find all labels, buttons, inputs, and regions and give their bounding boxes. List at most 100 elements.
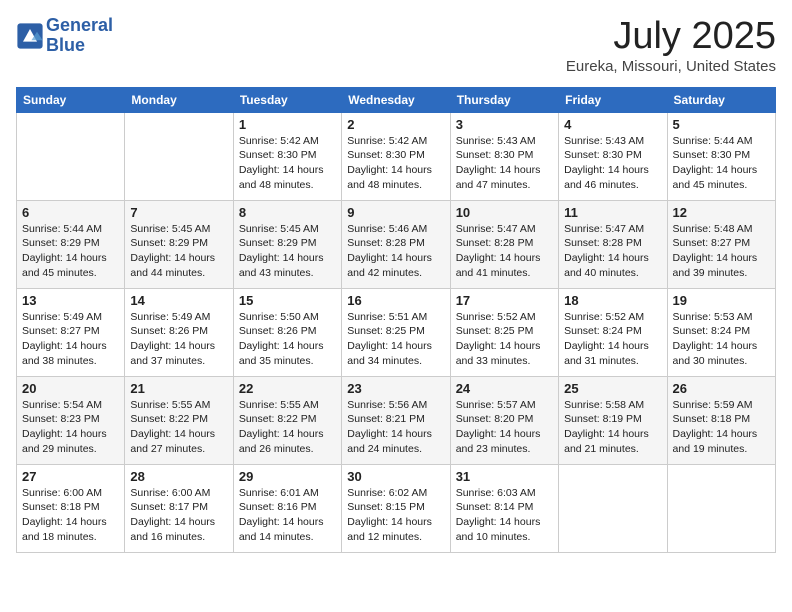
- day-info: Sunrise: 5:47 AM Sunset: 8:28 PM Dayligh…: [564, 222, 661, 281]
- day-info: Sunrise: 5:43 AM Sunset: 8:30 PM Dayligh…: [564, 134, 661, 193]
- day-info: Sunrise: 5:52 AM Sunset: 8:25 PM Dayligh…: [456, 310, 553, 369]
- page-header: General Blue July 2025 Eureka, Missouri,…: [16, 16, 776, 75]
- calendar-cell: 13Sunrise: 5:49 AM Sunset: 8:27 PM Dayli…: [17, 288, 125, 376]
- day-number: 3: [456, 117, 553, 132]
- day-number: 22: [239, 381, 336, 396]
- day-number: 8: [239, 205, 336, 220]
- day-info: Sunrise: 5:56 AM Sunset: 8:21 PM Dayligh…: [347, 398, 444, 457]
- day-number: 26: [673, 381, 770, 396]
- calendar-cell: 31 Sunrise: 6:03 AM Sunset: 8:14 PM Dayli…: [450, 464, 558, 552]
- day-info: Sunrise: 6:03 AM Sunset: 8:14 PM Dayligh…: [456, 486, 553, 545]
- calendar-cell: 14 Sunrise: 5:49 AM Sunset: 8:26 PM Dayli…: [125, 288, 233, 376]
- calendar-cell: 18 Sunrise: 5:52 AM Sunset: 8:24 PM Dayli…: [559, 288, 667, 376]
- calendar-cell: 19 Sunrise: 5:53 AM Sunset: 8:24 PM Dayli…: [667, 288, 775, 376]
- day-number: 23: [347, 381, 444, 396]
- calendar-cell: 29 Sunrise: 6:01 AM Sunset: 8:16 PM Dayli…: [233, 464, 341, 552]
- calendar-cell: 28 Sunrise: 6:00 AM Sunset: 8:17 PM Dayli…: [125, 464, 233, 552]
- day-info: Sunrise: 5:50 AM Sunset: 8:26 PM Dayligh…: [239, 310, 336, 369]
- day-info: Sunrise: 5:58 AM Sunset: 8:19 PM Dayligh…: [564, 398, 661, 457]
- day-number: 29: [239, 469, 336, 484]
- day-info: Sunrise: 5:55 AM Sunset: 8:22 PM Dayligh…: [239, 398, 336, 457]
- day-info: Sunrise: 5:51 AM Sunset: 8:25 PM Dayligh…: [347, 310, 444, 369]
- calendar-cell: 8 Sunrise: 5:45 AM Sunset: 8:29 PM Daylig…: [233, 200, 341, 288]
- col-header-wednesday: Wednesday: [342, 87, 450, 112]
- calendar-cell: [667, 464, 775, 552]
- calendar-cell: 24 Sunrise: 5:57 AM Sunset: 8:20 PM Dayli…: [450, 376, 558, 464]
- calendar-cell: [125, 112, 233, 200]
- day-info: Sunrise: 5:42 AM Sunset: 8:30 PM Dayligh…: [347, 134, 444, 193]
- calendar-cell: 3 Sunrise: 5:43 AM Sunset: 8:30 PM Daylig…: [450, 112, 558, 200]
- calendar-cell: 4 Sunrise: 5:43 AM Sunset: 8:30 PM Daylig…: [559, 112, 667, 200]
- day-number: 14: [130, 293, 227, 308]
- day-number: 21: [130, 381, 227, 396]
- logo-icon: [16, 22, 44, 50]
- calendar-cell: 30Sunrise: 6:02 AM Sunset: 8:15 PM Dayli…: [342, 464, 450, 552]
- calendar-cell: 27 Sunrise: 6:00 AM Sunset: 8:18 PM Dayli…: [17, 464, 125, 552]
- day-number: 30: [347, 469, 444, 484]
- day-info: Sunrise: 5:52 AM Sunset: 8:24 PM Dayligh…: [564, 310, 661, 369]
- day-number: 1: [239, 117, 336, 132]
- calendar-cell: 15 Sunrise: 5:50 AM Sunset: 8:26 PM Dayli…: [233, 288, 341, 376]
- calendar-cell: 16 Sunrise: 5:51 AM Sunset: 8:25 PM Dayli…: [342, 288, 450, 376]
- day-number: 27: [22, 469, 119, 484]
- day-number: 5: [673, 117, 770, 132]
- calendar-cell: 25 Sunrise: 5:58 AM Sunset: 8:19 PM Dayli…: [559, 376, 667, 464]
- calendar-cell: 26 Sunrise: 5:59 AM Sunset: 8:18 PM Dayli…: [667, 376, 775, 464]
- day-number: 4: [564, 117, 661, 132]
- col-header-tuesday: Tuesday: [233, 87, 341, 112]
- location: Eureka, Missouri, United States: [566, 58, 776, 75]
- day-number: 12: [673, 205, 770, 220]
- day-number: 24: [456, 381, 553, 396]
- calendar-cell: 23 Sunrise: 5:56 AM Sunset: 8:21 PM Dayli…: [342, 376, 450, 464]
- day-number: 25: [564, 381, 661, 396]
- day-info: Sunrise: 5:49 AM Sunset: 8:27 PM Dayligh…: [22, 310, 119, 369]
- day-info: Sunrise: 5:46 AM Sunset: 8:28 PM Dayligh…: [347, 222, 444, 281]
- day-number: 7: [130, 205, 227, 220]
- day-info: Sunrise: 6:00 AM Sunset: 8:17 PM Dayligh…: [130, 486, 227, 545]
- day-info: Sunrise: 5:47 AM Sunset: 8:28 PM Dayligh…: [456, 222, 553, 281]
- day-number: 20: [22, 381, 119, 396]
- day-number: 2: [347, 117, 444, 132]
- day-number: 19: [673, 293, 770, 308]
- day-info: Sunrise: 5:45 AM Sunset: 8:29 PM Dayligh…: [239, 222, 336, 281]
- calendar-cell: 10 Sunrise: 5:47 AM Sunset: 8:28 PM Dayli…: [450, 200, 558, 288]
- day-info: Sunrise: 5:43 AM Sunset: 8:30 PM Dayligh…: [456, 134, 553, 193]
- calendar-cell: 21 Sunrise: 5:55 AM Sunset: 8:22 PM Dayli…: [125, 376, 233, 464]
- day-info: Sunrise: 5:55 AM Sunset: 8:22 PM Dayligh…: [130, 398, 227, 457]
- logo-text: General Blue: [46, 16, 113, 56]
- day-number: 6: [22, 205, 119, 220]
- calendar-cell: [17, 112, 125, 200]
- calendar-cell: 6 Sunrise: 5:44 AM Sunset: 8:29 PM Daylig…: [17, 200, 125, 288]
- logo: General Blue: [16, 16, 113, 56]
- calendar-cell: [559, 464, 667, 552]
- day-info: Sunrise: 6:01 AM Sunset: 8:16 PM Dayligh…: [239, 486, 336, 545]
- day-number: 10: [456, 205, 553, 220]
- day-number: 18: [564, 293, 661, 308]
- col-header-sunday: Sunday: [17, 87, 125, 112]
- calendar-cell: 12 Sunrise: 5:48 AM Sunset: 8:27 PM Dayli…: [667, 200, 775, 288]
- day-number: 16: [347, 293, 444, 308]
- col-header-thursday: Thursday: [450, 87, 558, 112]
- day-info: Sunrise: 5:57 AM Sunset: 8:20 PM Dayligh…: [456, 398, 553, 457]
- day-info: Sunrise: 6:00 AM Sunset: 8:18 PM Dayligh…: [22, 486, 119, 545]
- day-number: 28: [130, 469, 227, 484]
- month-title: July 2025: [566, 16, 776, 58]
- day-number: 15: [239, 293, 336, 308]
- col-header-friday: Friday: [559, 87, 667, 112]
- day-info: Sunrise: 5:44 AM Sunset: 8:30 PM Dayligh…: [673, 134, 770, 193]
- day-info: Sunrise: 5:53 AM Sunset: 8:24 PM Dayligh…: [673, 310, 770, 369]
- day-info: Sunrise: 5:49 AM Sunset: 8:26 PM Dayligh…: [130, 310, 227, 369]
- day-info: Sunrise: 5:54 AM Sunset: 8:23 PM Dayligh…: [22, 398, 119, 457]
- calendar-table: SundayMondayTuesdayWednesdayThursdayFrid…: [16, 87, 776, 553]
- day-info: Sunrise: 5:44 AM Sunset: 8:29 PM Dayligh…: [22, 222, 119, 281]
- day-info: Sunrise: 5:59 AM Sunset: 8:18 PM Dayligh…: [673, 398, 770, 457]
- calendar-cell: 9Sunrise: 5:46 AM Sunset: 8:28 PM Daylig…: [342, 200, 450, 288]
- title-block: July 2025 Eureka, Missouri, United State…: [566, 16, 776, 75]
- day-info: Sunrise: 5:48 AM Sunset: 8:27 PM Dayligh…: [673, 222, 770, 281]
- day-info: Sunrise: 5:45 AM Sunset: 8:29 PM Dayligh…: [130, 222, 227, 281]
- calendar-cell: 5 Sunrise: 5:44 AM Sunset: 8:30 PM Daylig…: [667, 112, 775, 200]
- calendar-cell: 2 Sunrise: 5:42 AM Sunset: 8:30 PM Daylig…: [342, 112, 450, 200]
- calendar-cell: 22 Sunrise: 5:55 AM Sunset: 8:22 PM Dayli…: [233, 376, 341, 464]
- day-number: 31: [456, 469, 553, 484]
- calendar-cell: 1Sunrise: 5:42 AM Sunset: 8:30 PM Daylig…: [233, 112, 341, 200]
